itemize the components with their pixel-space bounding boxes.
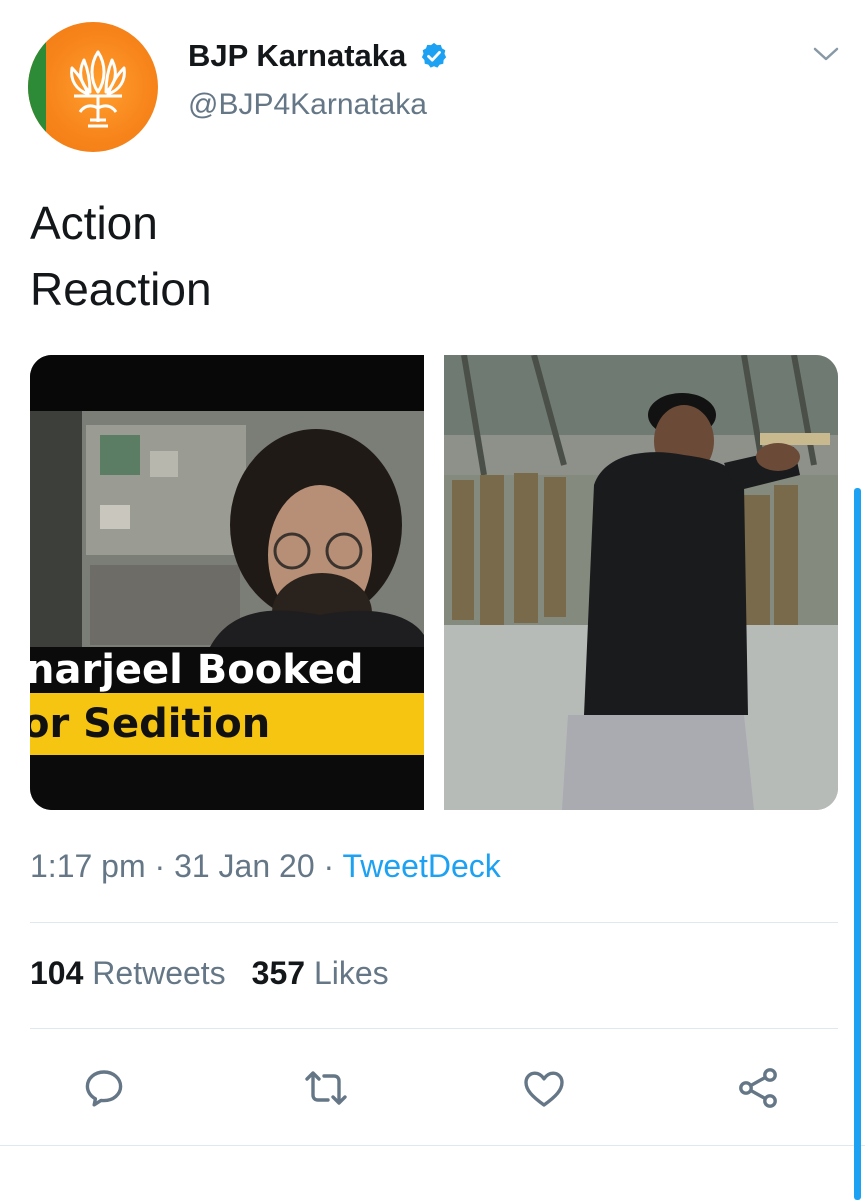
tweet-stats: 104 Retweets 357 Likes (30, 955, 389, 992)
tweet-source-link[interactable]: TweetDeck (342, 848, 500, 884)
thumbnail-caption-line2: or Sedition (30, 701, 271, 747)
reply-button[interactable] (76, 1060, 132, 1116)
scrollbar[interactable] (854, 488, 861, 1200)
meta-separator: · (323, 848, 335, 884)
share-button[interactable] (730, 1060, 786, 1116)
thumbnail-caption-line1: narjeel Booked (30, 647, 364, 693)
verified-badge-icon (421, 42, 446, 68)
tweet-time[interactable]: 1:17 pm (30, 848, 146, 884)
author-handle[interactable]: @BJP4Karnataka (188, 88, 449, 122)
lotus-logo-icon (70, 50, 126, 128)
meta-separator: · (154, 848, 166, 884)
likes-label: Likes (313, 955, 389, 991)
media-photo-news-thumbnail[interactable]: narjeel Booked or Sedition (30, 355, 424, 810)
tweet-date[interactable]: 31 Jan 20 (174, 848, 315, 884)
divider (30, 1028, 838, 1029)
retweets-stat[interactable]: 104 Retweets (30, 955, 226, 991)
share-icon (739, 1068, 777, 1108)
tweet-text-line: Action (30, 197, 158, 249)
tweet-header: BJP Karnataka @BJP4Karnataka (28, 22, 848, 152)
chevron-down-icon[interactable] (812, 44, 840, 64)
retweets-count: 104 (30, 955, 84, 991)
retweet-button[interactable] (298, 1060, 354, 1116)
media-photo-street[interactable] (444, 355, 838, 810)
tweet-text: Action Reaction (30, 190, 212, 322)
tweet-text-line: Reaction (30, 263, 212, 315)
display-name[interactable]: BJP Karnataka (188, 38, 406, 74)
likes-stat[interactable]: 357 Likes (252, 955, 389, 991)
like-button[interactable] (516, 1060, 572, 1116)
reply-icon (85, 1070, 123, 1107)
divider (30, 922, 838, 923)
retweets-label: Retweets (92, 955, 226, 991)
bottom-divider (0, 1145, 865, 1146)
likes-count: 357 (251, 955, 306, 991)
author-names: BJP Karnataka @BJP4Karnataka (188, 38, 449, 122)
avatar[interactable] (28, 22, 158, 152)
tweet-actions (30, 1060, 838, 1116)
tweet-meta: 1:17 pm · 31 Jan 20 · TweetDeck (30, 848, 501, 885)
like-icon (524, 1071, 564, 1107)
retweet-icon (305, 1071, 347, 1105)
street-photo-image (444, 355, 838, 810)
tweet-media[interactable]: narjeel Booked or Sedition (30, 355, 838, 810)
